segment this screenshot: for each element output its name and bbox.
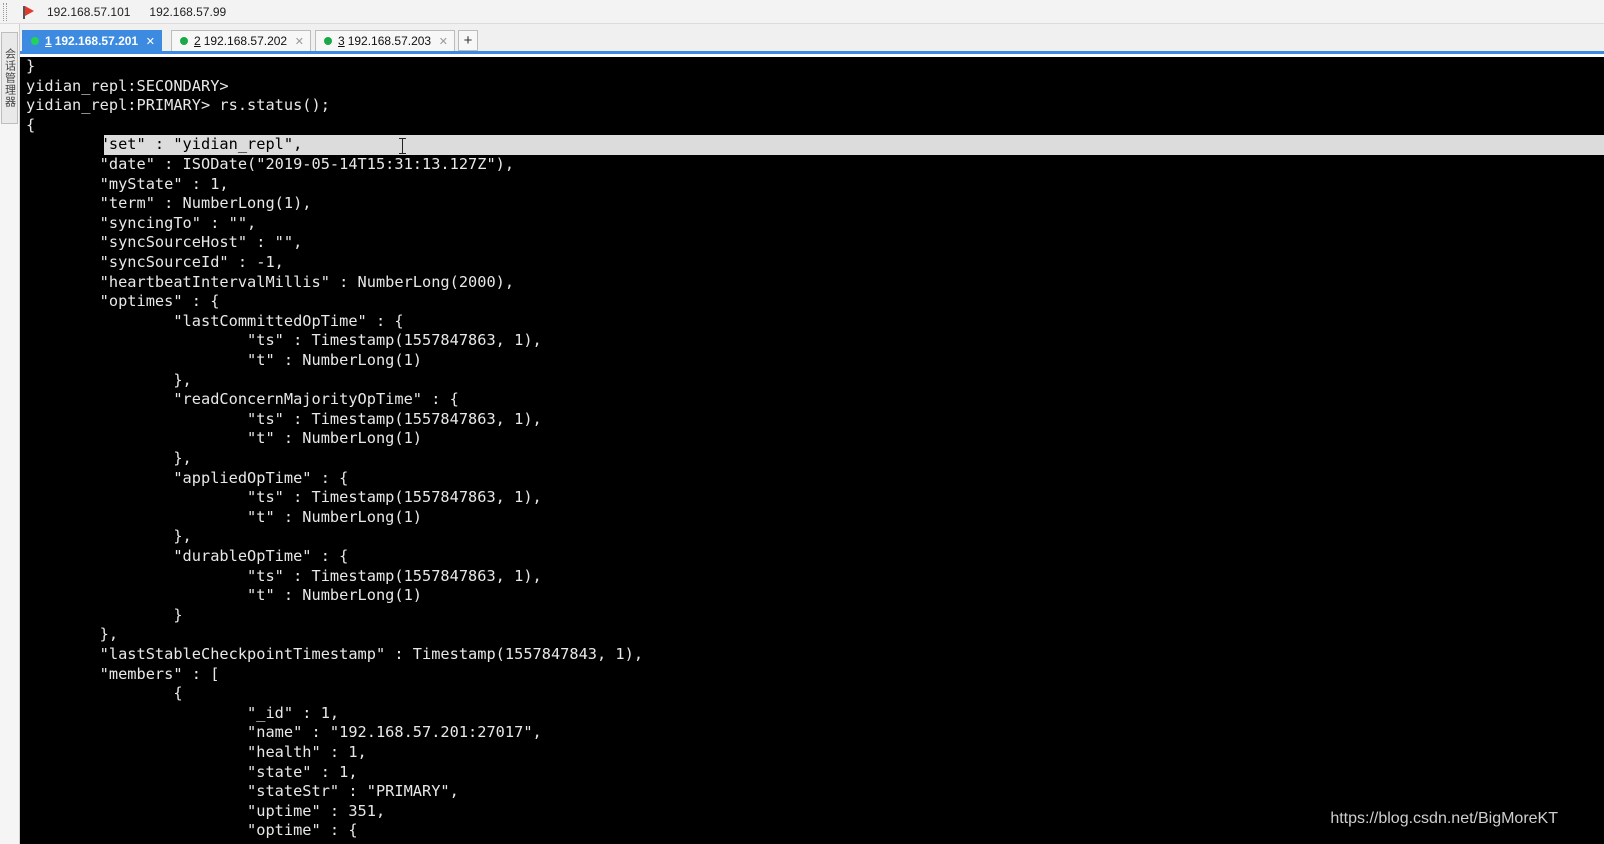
terminal-line: "myState" : 1, bbox=[26, 174, 229, 193]
terminal-line: "heartbeatIntervalMillis" : NumberLong(2… bbox=[26, 272, 515, 291]
terminal-line: "lastStableCheckpointTimestamp" : Timest… bbox=[26, 645, 644, 663]
terminal-line: "set" : "yidian_repl", bbox=[26, 135, 303, 154]
terminal-line: "date" : ISODate("2019-05-14T15:31:13.12… bbox=[26, 155, 515, 173]
close-icon[interactable]: ✕ bbox=[439, 35, 448, 48]
terminal-line: "health" : 1, bbox=[26, 743, 367, 761]
terminal-line: "state" : 1, bbox=[26, 762, 358, 781]
terminal-line: } bbox=[26, 605, 183, 624]
tab-host-label: 192.168.57.202 bbox=[203, 34, 288, 48]
terminal-line: "name" : "192.168.57.201:27017", bbox=[26, 723, 542, 742]
tab-number: 1 bbox=[45, 34, 52, 48]
terminal-line: "ts" : Timestamp(1557847863, 1), bbox=[26, 488, 542, 507]
terminal-line: } bbox=[26, 57, 36, 75]
tab-session-3[interactable]: 3 192.168.57.203 ✕ bbox=[315, 30, 455, 51]
terminal-line: "lastCommittedOpTime" : { bbox=[26, 311, 404, 330]
terminal-line: "uptime" : 351, bbox=[26, 801, 386, 820]
selection-highlight bbox=[104, 135, 1604, 155]
close-icon[interactable]: ✕ bbox=[146, 35, 155, 48]
terminal-line: }, bbox=[26, 449, 192, 467]
terminal-line: "syncSourceId" : -1, bbox=[26, 253, 284, 271]
tab-number: 2 bbox=[194, 34, 201, 48]
terminal-line: "t" : NumberLong(1) bbox=[26, 507, 423, 526]
tab-session-1[interactable]: 1 192.168.57.201 ✕ bbox=[22, 30, 162, 51]
flag-icon[interactable] bbox=[21, 5, 35, 19]
terminal-line: "term" : NumberLong(1), bbox=[26, 194, 312, 213]
terminal-line: "appliedOpTime" : { bbox=[26, 468, 349, 487]
terminal-line: yidian_repl:PRIMARY> rs.status(); bbox=[26, 96, 330, 115]
terminal-line: "_id" : 1, bbox=[26, 703, 340, 722]
terminal-line: }, bbox=[26, 625, 119, 644]
add-tab-button[interactable]: + bbox=[458, 30, 478, 51]
session-sidebar: 会话管理器 bbox=[0, 24, 20, 844]
connected-status-icon bbox=[324, 37, 332, 45]
connected-status-icon bbox=[180, 37, 188, 45]
close-icon[interactable]: ✕ bbox=[295, 35, 304, 48]
quick-connect-bar: 192.168.57.101 192.168.57.99 bbox=[0, 0, 1604, 24]
terminal-line: }, bbox=[26, 527, 192, 546]
quick-connect-item-1[interactable]: 192.168.57.101 bbox=[47, 5, 130, 19]
terminal-line: "optime" : { bbox=[26, 821, 358, 840]
terminal-line: "optimes" : { bbox=[26, 292, 220, 311]
terminal-line: { bbox=[26, 684, 183, 703]
terminal-line: "t" : NumberLong(1) bbox=[26, 429, 423, 448]
toolbar-grip[interactable] bbox=[3, 2, 7, 21]
terminal-line: "ts" : Timestamp(1557847863, 1), bbox=[26, 566, 542, 585]
terminal-line: "t" : NumberLong(1) bbox=[26, 586, 423, 605]
terminal-line: "syncingTo" : "", bbox=[26, 213, 257, 232]
terminal-line: }, bbox=[26, 370, 192, 389]
terminal-line: "t" : NumberLong(1) bbox=[26, 351, 423, 369]
terminal-line: "readConcernMajorityOpTime" : { bbox=[26, 390, 459, 409]
session-tab-bar: 1 192.168.57.201 ✕ 2 192.168.57.202 ✕ 3 … bbox=[20, 24, 1604, 54]
terminal-line: yidian_repl:SECONDARY> bbox=[26, 76, 229, 95]
tab-session-2[interactable]: 2 192.168.57.202 ✕ bbox=[171, 30, 311, 51]
terminal-output[interactable]: } yidian_repl:SECONDARY> yidian_repl:PRIMA… bbox=[20, 57, 1604, 844]
terminal-line: "stateStr" : "PRIMARY", bbox=[26, 782, 459, 801]
terminal-line: "ts" : Timestamp(1557847863, 1), bbox=[26, 331, 542, 350]
terminal-line: { bbox=[26, 115, 36, 134]
connected-status-icon bbox=[31, 37, 39, 45]
terminal-line: "ts" : Timestamp(1557847863, 1), bbox=[26, 409, 542, 428]
tab-host-label: 192.168.57.203 bbox=[347, 34, 432, 48]
session-manager-label: 会话管理器 bbox=[3, 48, 16, 108]
quick-connect-item-2[interactable]: 192.168.57.99 bbox=[149, 5, 226, 19]
tab-host-label: 192.168.57.201 bbox=[54, 34, 139, 48]
text-cursor-icon bbox=[399, 138, 406, 154]
terminal-line: "syncSourceHost" : "", bbox=[26, 233, 303, 252]
session-manager-tab[interactable]: 会话管理器 bbox=[1, 32, 18, 124]
terminal-line: "members" : [ bbox=[26, 664, 220, 683]
watermark: https://blog.csdn.net/BigMoreKT bbox=[1330, 810, 1558, 827]
tab-number: 3 bbox=[338, 34, 345, 48]
terminal-line: "durableOpTime" : { bbox=[26, 547, 349, 565]
